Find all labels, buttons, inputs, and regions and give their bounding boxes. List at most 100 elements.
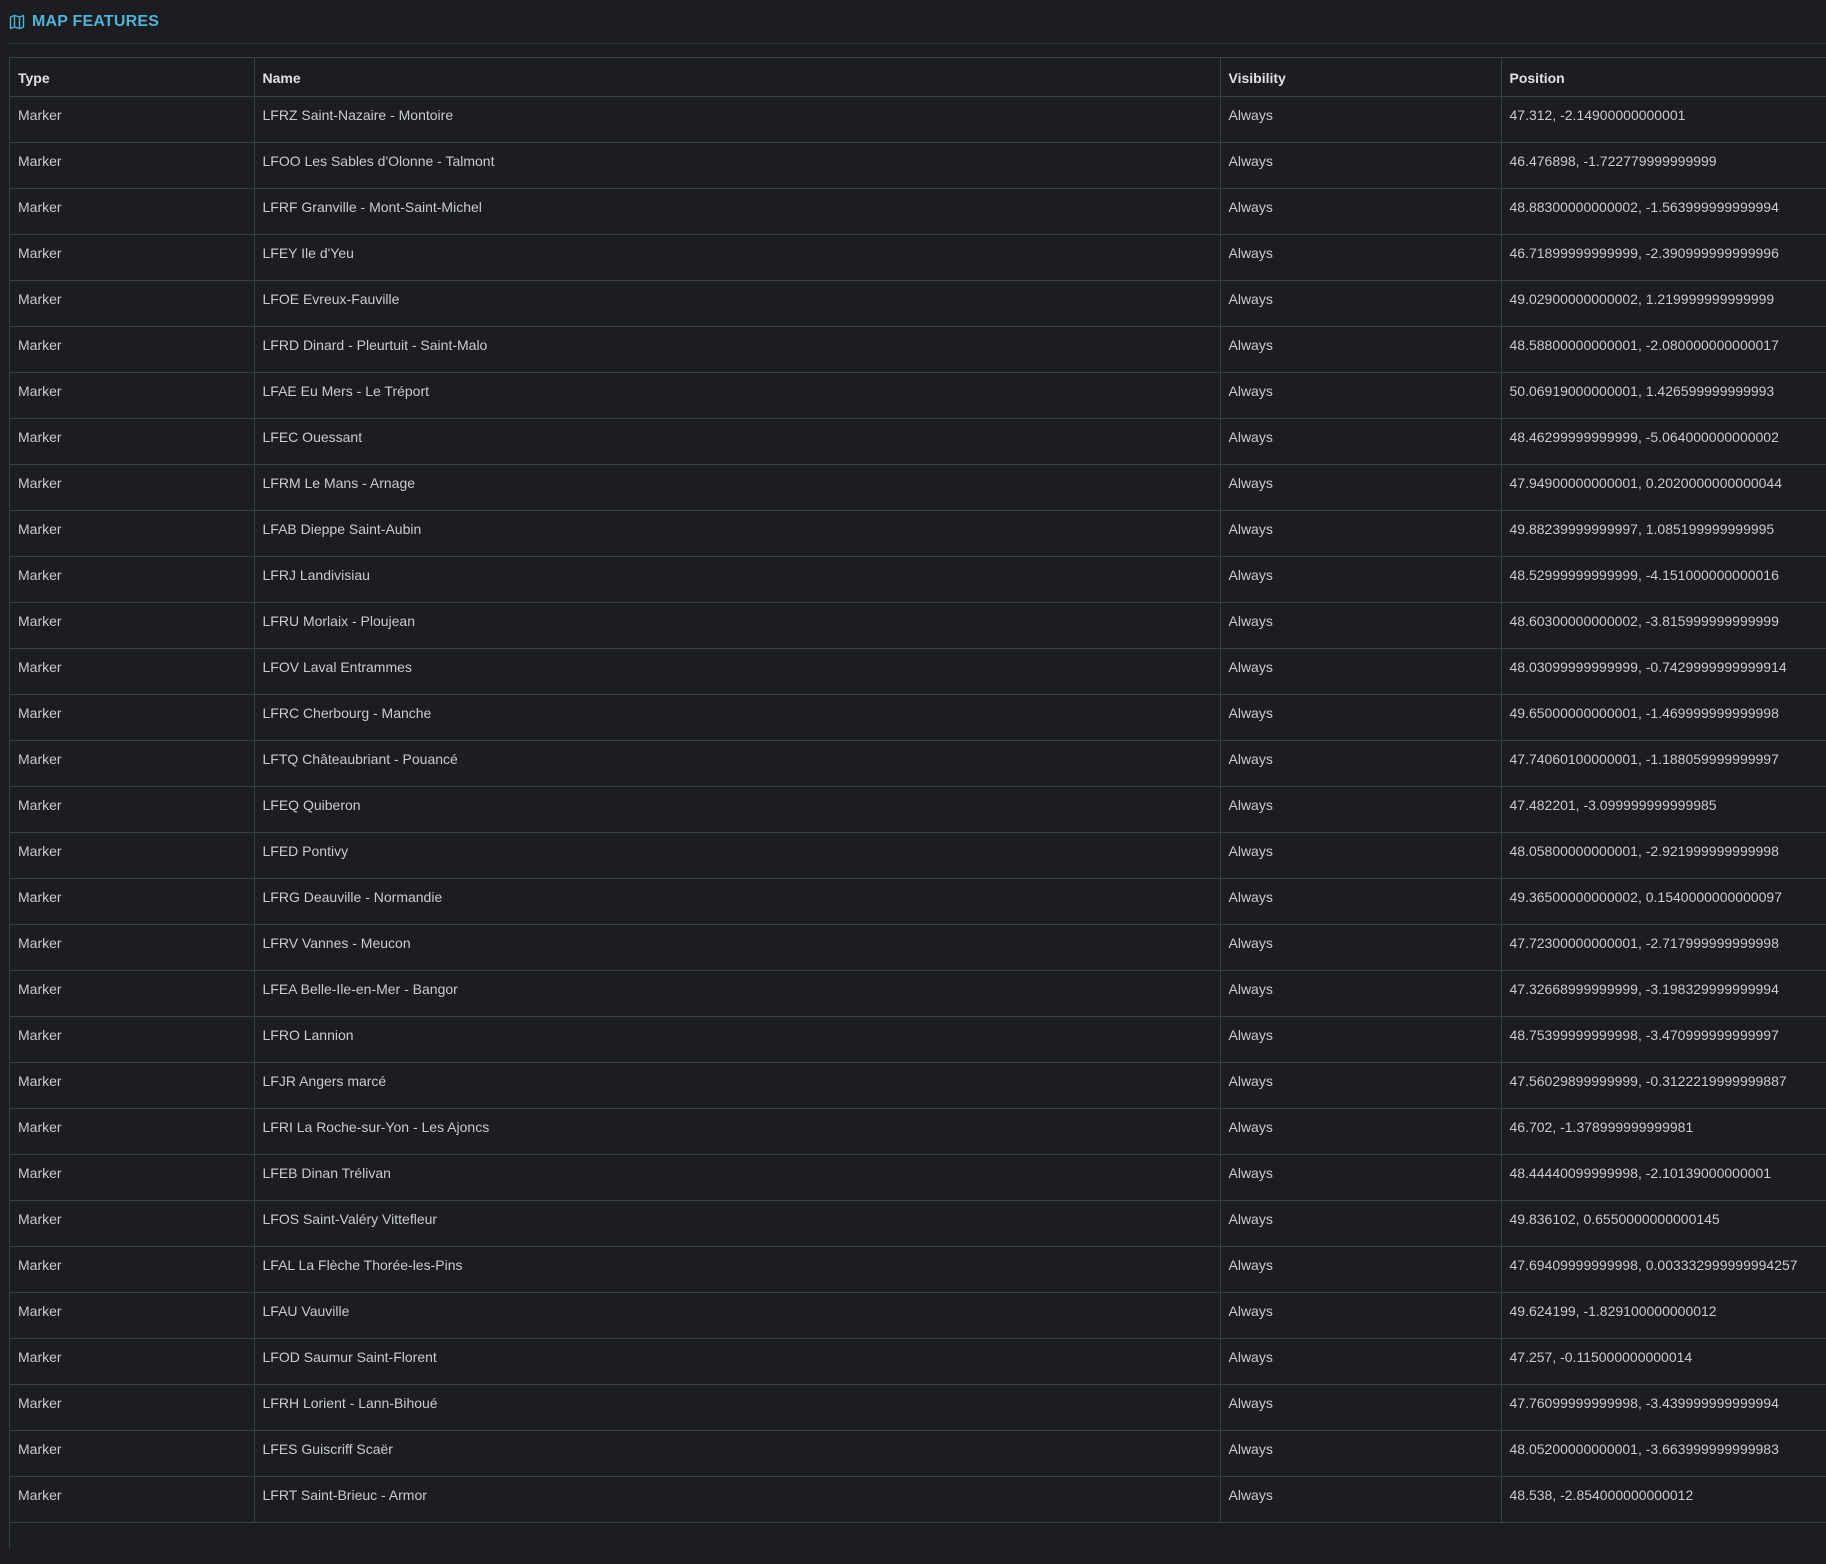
table-row[interactable]: Marker LFAE Eu Mers - Le Tréport Always 50.…	[10, 372, 1826, 419]
cell-type: Marker	[10, 1016, 255, 1063]
cell-type: Marker	[10, 648, 255, 695]
cell-position: 47.257, -0.115000000000014	[1501, 1338, 1826, 1385]
table-row[interactable]: Marker LFEY Ile d'Yeu Always 46.71899999999…	[10, 234, 1826, 281]
cell-visibility: Always	[1220, 510, 1502, 557]
cell-name: LFRF Granville - Mont-Saint-Michel	[254, 188, 1221, 235]
table-row[interactable]: Marker LFRI La Roche-sur-Yon - Les Ajoncs…	[10, 1108, 1826, 1155]
cell-visibility: Always	[1220, 1016, 1502, 1063]
table-row[interactable]: Marker LFOO Les Sables d'Olonne - Talmont…	[10, 142, 1826, 189]
cell-visibility: Always	[1220, 1476, 1502, 1523]
cell-type: Marker	[10, 142, 255, 189]
cell-visibility: Always	[1220, 556, 1502, 603]
cell-name: LFOO Les Sables d'Olonne - Talmont	[254, 142, 1221, 189]
table-row[interactable]: Marker LFRC Cherbourg - Manche Always 49.65…	[10, 694, 1826, 741]
cell-position: 47.56029899999999, -0.3122219999999887	[1501, 1062, 1826, 1109]
table-row[interactable]: Marker LFAL La Flèche Thorée-les-Pins Alwa…	[10, 1246, 1826, 1293]
table-row[interactable]: Marker LFRF Granville - Mont-Saint-Michel…	[10, 188, 1826, 235]
cell-type: Marker	[10, 1338, 255, 1385]
cell-visibility: Always	[1220, 832, 1502, 879]
cell-name: LFRI La Roche-sur-Yon - Les Ajoncs	[254, 1108, 1221, 1155]
cell-visibility: Always	[1220, 142, 1502, 189]
cell-visibility: Always	[1220, 1292, 1502, 1339]
cell-type: Marker	[10, 832, 255, 879]
table-row[interactable]: Marker LFEA Belle-Ile-en-Mer - Bangor Alwa…	[10, 970, 1826, 1017]
table-row[interactable]: Marker LFAU Vauville Always 49.624199, -1.8…	[10, 1292, 1826, 1339]
table-row[interactable]: Marker LFOS Saint-Valéry Vittefleur Always…	[10, 1200, 1826, 1247]
cell-type: Marker	[10, 188, 255, 235]
cell-name: LFOD Saumur Saint-Florent	[254, 1338, 1221, 1385]
cell-visibility: Always	[1220, 740, 1502, 787]
cell-name: LFRT Saint-Brieuc - Armor	[254, 1476, 1221, 1523]
cell-visibility: Always	[1220, 1062, 1502, 1109]
table-row[interactable]: Marker LFEQ Quiberon Always 47.482201, -3.0…	[10, 786, 1826, 833]
table-row[interactable]: Marker LFOE Evreux-Fauville Always 49.02900…	[10, 280, 1826, 327]
cell-name: LFRU Morlaix - Ploujean	[254, 602, 1221, 649]
cell-type: Marker	[10, 464, 255, 511]
cell-type: Marker	[10, 1476, 255, 1523]
table-row[interactable]: Marker LFEC Ouessant Always 48.462999999999…	[10, 418, 1826, 465]
cell-position: 46.476898, -1.722779999999999	[1501, 142, 1826, 189]
cell-name: LFOS Saint-Valéry Vittefleur	[254, 1200, 1221, 1247]
features-table-container[interactable]: Type Name Visibility Position Marker LFRZ…	[9, 57, 1826, 1549]
table-row[interactable]: Marker LFRT Saint-Brieuc - Armor Always 48.…	[10, 1476, 1826, 1523]
cell-position: 48.05800000000001, -2.921999999999998	[1501, 832, 1826, 879]
cell-visibility: Always	[1220, 1108, 1502, 1155]
cell-name: LFJR Angers marcé	[254, 1062, 1221, 1109]
cell-type: Marker	[10, 326, 255, 373]
table-row[interactable]: Marker LFRV Vannes - Meucon Always 47.72300…	[10, 924, 1826, 971]
cell-name: LFES Guiscriff Scaër	[254, 1430, 1221, 1477]
features-table: Type Name Visibility Position Marker LFRZ…	[10, 58, 1826, 1523]
table-row[interactable]: Marker LFRJ Landivisiau Always 48.529999999…	[10, 556, 1826, 603]
table-row[interactable]: Marker LFAB Dieppe Saint-Aubin Always 49.88…	[10, 510, 1826, 557]
cell-name: LFED Pontivy	[254, 832, 1221, 879]
cell-visibility: Always	[1220, 1384, 1502, 1431]
table-row[interactable]: Marker LFRM Le Mans - Arnage Always 47.9490…	[10, 464, 1826, 511]
column-header-visibility[interactable]: Visibility	[1220, 58, 1502, 97]
cell-position: 47.74060100000001, -1.188059999999997	[1501, 740, 1826, 787]
cell-visibility: Always	[1220, 96, 1502, 143]
cell-visibility: Always	[1220, 878, 1502, 925]
cell-visibility: Always	[1220, 1246, 1502, 1293]
cell-name: LFOE Evreux-Fauville	[254, 280, 1221, 327]
column-header-position[interactable]: Position	[1501, 58, 1826, 97]
table-row[interactable]: Marker LFRG Deauville - Normandie Always 49…	[10, 878, 1826, 925]
table-row[interactable]: Marker LFRH Lorient - Lann-Bihoué Always 47…	[10, 1384, 1826, 1431]
cell-name: LFAL La Flèche Thorée-les-Pins	[254, 1246, 1221, 1293]
table-row[interactable]: Marker LFRU Morlaix - Ploujean Always 48.60…	[10, 602, 1826, 649]
cell-type: Marker	[10, 694, 255, 741]
cell-type: Marker	[10, 786, 255, 833]
column-header-name[interactable]: Name	[254, 58, 1221, 97]
cell-position: 47.482201, -3.099999999999985	[1501, 786, 1826, 833]
table-row[interactable]: Marker LFED Pontivy Always 48.0580000000000…	[10, 832, 1826, 879]
cell-type: Marker	[10, 1430, 255, 1477]
table-row[interactable]: Marker LFES Guiscriff Scaër Always 48.05200…	[10, 1430, 1826, 1477]
cell-position: 47.312, -2.14900000000001	[1501, 96, 1826, 143]
table-row[interactable]: Marker LFOV Laval Entrammes Always 48.03099…	[10, 648, 1826, 695]
cell-position: 48.05200000000001, -3.663999999999983	[1501, 1430, 1826, 1477]
cell-name: LFRC Cherbourg - Manche	[254, 694, 1221, 741]
table-row[interactable]: Marker LFTQ Châteaubriant - Pouancé Always…	[10, 740, 1826, 787]
table-header-row: Type Name Visibility Position	[10, 58, 1826, 97]
cell-position: 47.94900000000001, 0.2020000000000044	[1501, 464, 1826, 511]
cell-visibility: Always	[1220, 786, 1502, 833]
cell-type: Marker	[10, 1246, 255, 1293]
cell-position: 46.702, -1.378999999999981	[1501, 1108, 1826, 1155]
column-header-type[interactable]: Type	[10, 58, 255, 97]
table-row[interactable]: Marker LFRO Lannion Always 48.7539999999999…	[10, 1016, 1826, 1063]
cell-visibility: Always	[1220, 188, 1502, 235]
cell-name: LFRD Dinard - Pleurtuit - Saint-Malo	[254, 326, 1221, 373]
table-row[interactable]: Marker LFRZ Saint-Nazaire - Montoire Alway…	[10, 96, 1826, 143]
cell-visibility: Always	[1220, 326, 1502, 373]
cell-visibility: Always	[1220, 464, 1502, 511]
table-row[interactable]: Marker LFOD Saumur Saint-Florent Always 47.…	[10, 1338, 1826, 1385]
cell-position: 49.624199, -1.829100000000012	[1501, 1292, 1826, 1339]
cell-position: 48.52999999999999, -4.151000000000016	[1501, 556, 1826, 603]
cell-name: LFEC Ouessant	[254, 418, 1221, 465]
cell-position: 49.36500000000002, 0.1540000000000097	[1501, 878, 1826, 925]
table-row[interactable]: Marker LFRD Dinard - Pleurtuit - Saint-Ma…	[10, 326, 1826, 373]
table-row[interactable]: Marker LFEB Dinan Trélivan Always 48.444400…	[10, 1154, 1826, 1201]
table-row[interactable]: Marker LFJR Angers marcé Always 47.56029899…	[10, 1062, 1826, 1109]
cell-position: 47.69409999999998, 0.003332999999994257	[1501, 1246, 1826, 1293]
cell-name: LFEQ Quiberon	[254, 786, 1221, 833]
cell-type: Marker	[10, 924, 255, 971]
